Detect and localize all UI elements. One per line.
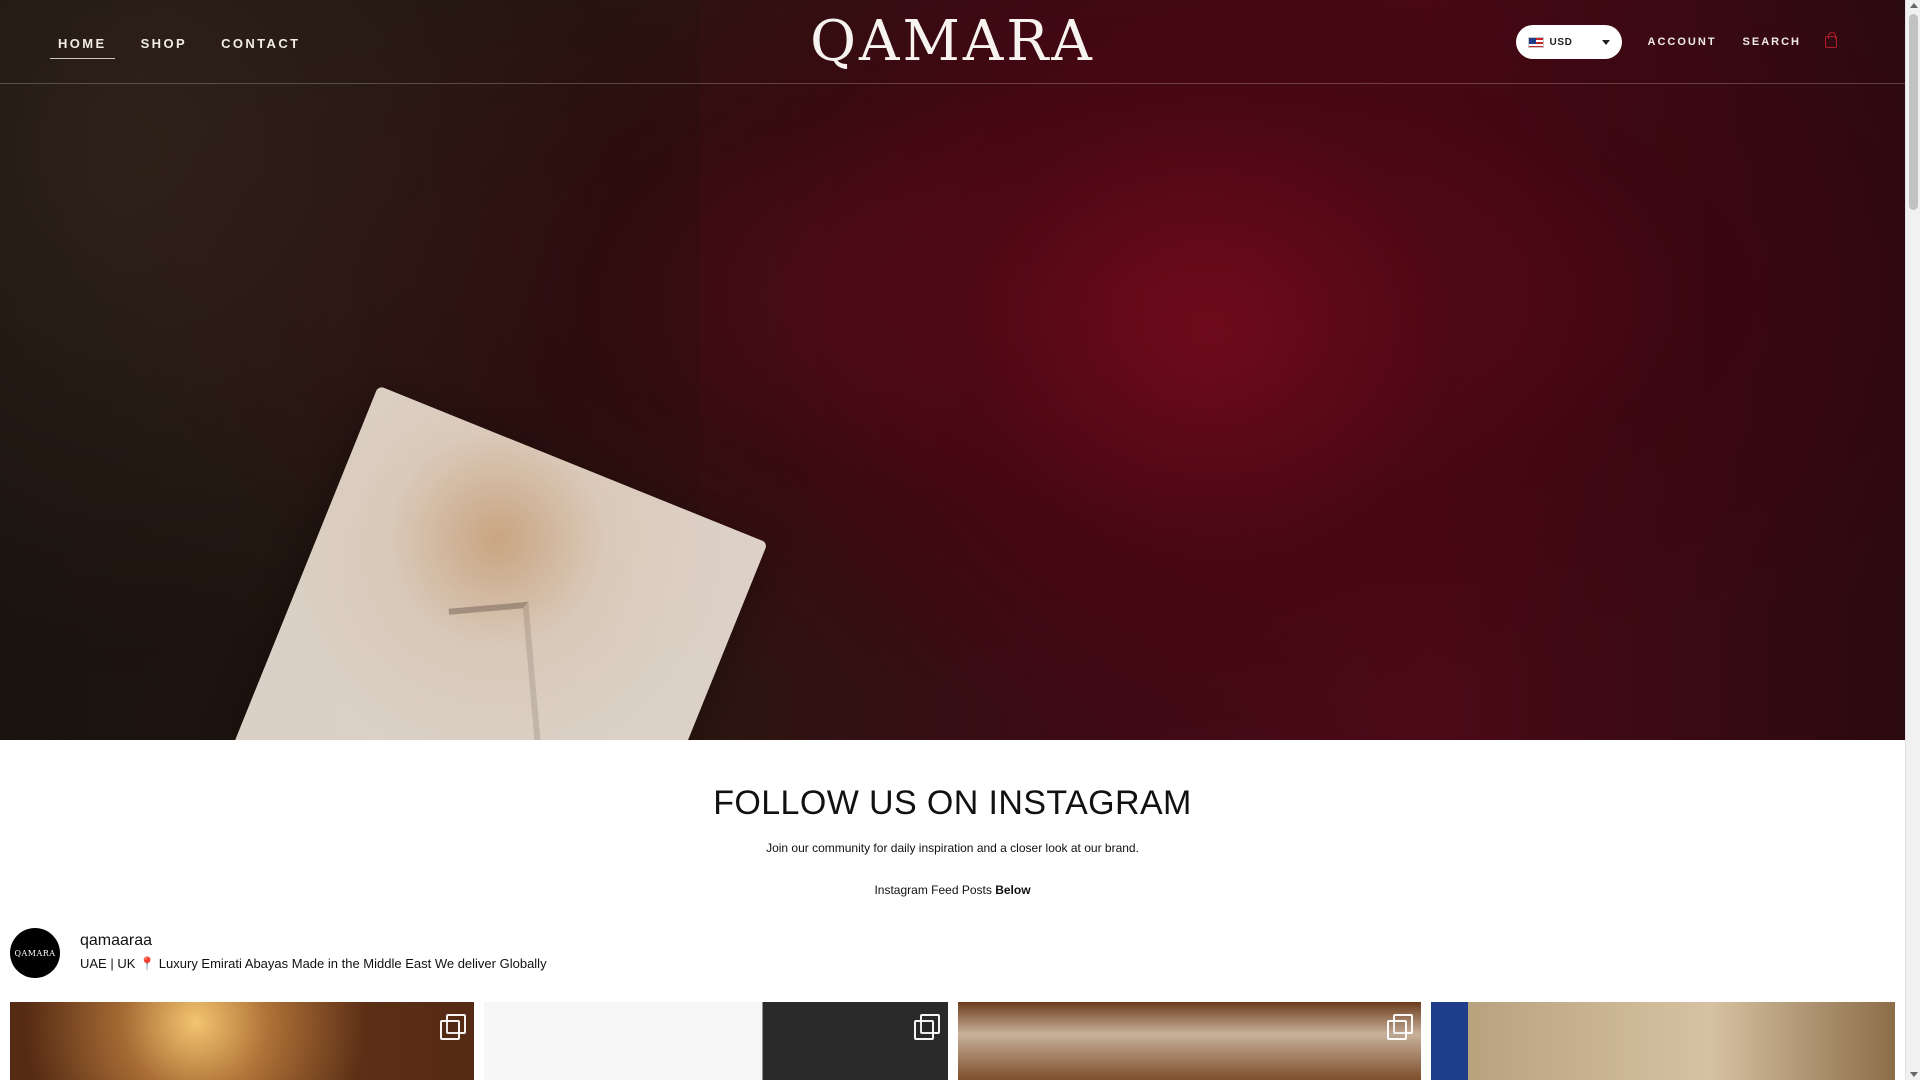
instagram-section: FOLLOW US ON INSTAGRAM Join our communit…: [0, 740, 1905, 1080]
us-flag-icon: [1527, 36, 1544, 48]
scrollbar[interactable]: [1905, 0, 1920, 1080]
header-tools: USD ACCOUNT SEARCH: [1515, 0, 1837, 84]
feed-label-prefix: Instagram Feed Posts: [874, 883, 992, 897]
scroll-up-arrow-icon[interactable]: [1910, 3, 1918, 8]
instagram-profile[interactable]: QAMARA qamaaraa UAE | UK 📍 Luxury Emirat…: [10, 928, 547, 978]
site-header: HOME SHOP CONTACT QAMARA USD ACCOUNT SEA…: [0, 0, 1905, 84]
currency-label: USD: [1549, 36, 1573, 48]
hero-curtain: [780, 0, 1640, 740]
avatar-text: QAMARA: [14, 948, 56, 958]
currency-selector[interactable]: USD: [1515, 25, 1622, 59]
profile-bio: UAE | UK 📍 Luxury Emirati Abayas Made in…: [80, 956, 547, 971]
page: HOME SHOP CONTACT QAMARA USD ACCOUNT SEA…: [0, 0, 1905, 1080]
hero-card-text: [448, 601, 542, 759]
profile-handle[interactable]: qamaaraa: [80, 932, 547, 950]
shopping-bag-icon[interactable]: [1825, 32, 1837, 48]
multiple-images-icon: [1387, 1014, 1414, 1040]
instagram-post[interactable]: [957, 1002, 1422, 1080]
multiple-images-icon: [439, 1014, 466, 1040]
instagram-post[interactable]: [1431, 1002, 1895, 1080]
scroll-down-arrow-icon[interactable]: [1910, 1072, 1918, 1077]
account-link[interactable]: ACCOUNT: [1648, 36, 1717, 48]
scrollbar-thumb[interactable]: [1909, 14, 1918, 210]
feed-label-bold: Below: [995, 883, 1031, 897]
section-title: FOLLOW US ON INSTAGRAM: [713, 784, 1192, 822]
profile-meta: qamaaraa UAE | UK 📍 Luxury Emirati Abaya…: [80, 928, 547, 972]
instagram-post[interactable]: [483, 1002, 948, 1080]
section-subtitle: Join our community for daily inspiration…: [766, 841, 1139, 855]
hero-banner: [0, 0, 1905, 905]
chevron-down-icon: [1601, 40, 1610, 45]
multiple-images-icon: [913, 1014, 940, 1040]
search-link[interactable]: SEARCH: [1743, 36, 1801, 48]
instagram-feed-grid: [10, 1002, 1895, 1080]
feed-label: Instagram Feed Posts Below: [0, 883, 1905, 897]
avatar[interactable]: QAMARA: [10, 928, 60, 978]
instagram-post[interactable]: [10, 1002, 474, 1080]
